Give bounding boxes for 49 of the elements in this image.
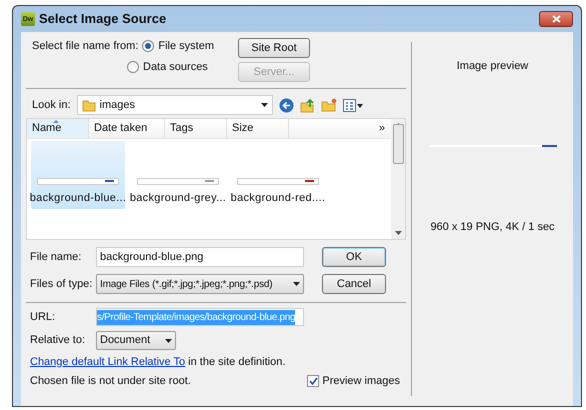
radio-button[interactable] [142,40,154,52]
file-type-dropdown[interactable]: Image Files (*.gif;*.jpg;*.jpeg;*.png;*.psd) [96,274,304,294]
close-icon [552,15,560,23]
file-name-field[interactable]: background-blue.png [96,247,304,267]
ok-button[interactable]: OK [322,247,386,267]
source-label: Select file name from: [32,39,138,54]
new-folder-icon[interactable] [320,98,337,112]
back-icon[interactable] [278,98,294,112]
column-header[interactable]: Size [227,119,289,138]
file-thumbnail[interactable]: background-red.... [231,141,325,209]
look-in-dropdown[interactable]: images [76,95,273,115]
site-definition-note: Change default Link Relative To in the site definition. [30,356,286,368]
file-thumbnail[interactable]: background-blue... [31,141,125,209]
scrollbar[interactable] [391,119,405,239]
cancel-button[interactable]: Cancel [322,274,386,294]
file-thumbnail[interactable]: background-grey... [131,141,225,209]
file-name-label: File name: [30,250,82,265]
column-header[interactable]: Date taken [89,119,165,138]
sort-arrow-icon [53,120,59,123]
file-name: background-red.... [230,190,326,206]
files-of-type-label: Files of type: [30,276,94,292]
caret-icon [293,282,300,286]
close-button[interactable] [539,11,573,27]
preview-label: Preview images [322,374,400,388]
relative-to-dropdown[interactable]: Document [96,331,176,350]
url-label: URL: [30,310,56,325]
preview-checkbox[interactable] [307,374,320,387]
status-message: Chosen file is not under site root. [30,374,192,388]
view-menu-icon[interactable] [342,98,363,112]
change-link[interactable]: Change default Link Relative To [30,356,186,368]
radio-label: Data sources [143,60,208,74]
up-folder-icon[interactable] [300,98,315,112]
file-name: background-grey... [130,190,226,206]
preview-title: Image preview [456,59,528,74]
look-in-label: Look in: [32,98,71,113]
scroll-down-icon[interactable] [394,231,402,235]
image-info: 960 x 19 PNG, 4K / 1 sec [430,220,555,234]
relative-to-label: Relative to: [30,333,86,348]
file-name: background-blue... [30,190,126,206]
radio-button[interactable] [127,60,139,73]
radio-label: File system [158,39,214,54]
caret-icon [165,338,172,342]
site-root-button[interactable]: Site Root [238,38,310,58]
caret-icon [260,103,268,107]
column-header[interactable]: Name [27,119,89,138]
window-title: Select Image Source [39,10,166,28]
folder-icon [82,98,96,112]
more-columns-button[interactable]: » [378,120,385,137]
column-header[interactable]: Tags [165,119,227,138]
